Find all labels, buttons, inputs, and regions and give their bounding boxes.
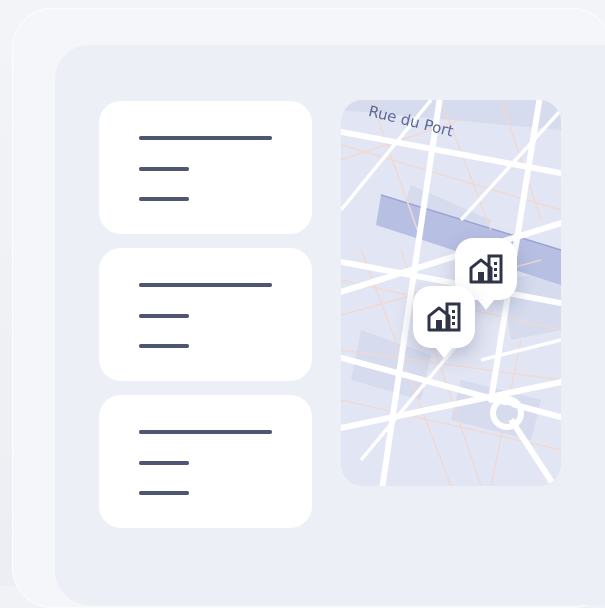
subtitle-line: [139, 314, 189, 318]
detail-line: [139, 491, 189, 495]
subtitle-line: [139, 167, 189, 171]
detail-line: [139, 344, 189, 348]
subtitle-line: [139, 461, 189, 465]
title-line: [139, 430, 272, 434]
buildings-icon: [427, 302, 461, 332]
list-card-2[interactable]: [99, 248, 312, 381]
detail-line: [139, 197, 189, 201]
buildings-icon: [469, 254, 503, 284]
title-line: [139, 136, 272, 140]
list-card-3[interactable]: [99, 395, 312, 528]
map-pin-2[interactable]: [413, 286, 475, 358]
map-view[interactable]: Rue du Port: [341, 100, 561, 486]
title-line: [139, 283, 272, 287]
list-card-1[interactable]: [99, 101, 312, 234]
